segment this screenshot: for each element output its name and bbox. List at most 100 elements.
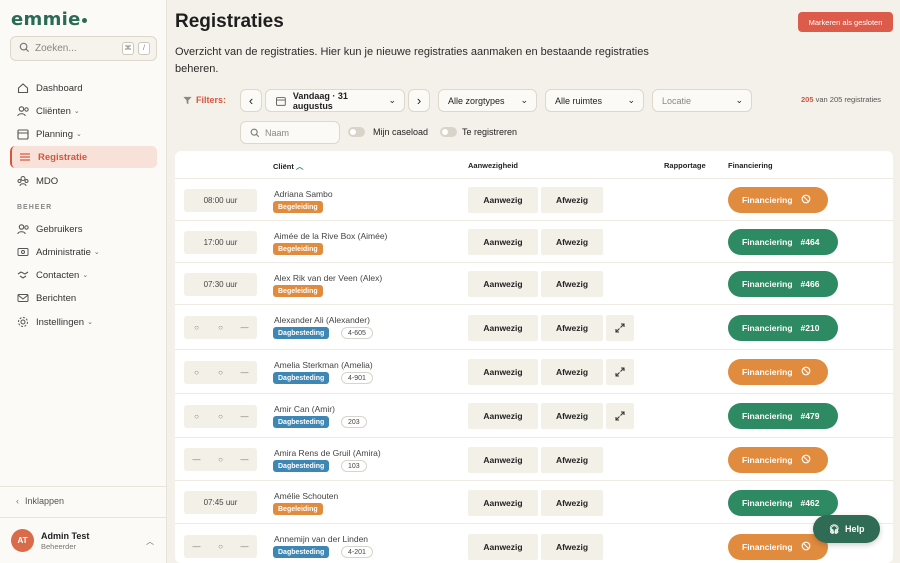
ruimte-select[interactable]: Alle ruimtes ⌄ <box>545 89 644 112</box>
sidebar-item-cliënten[interactable]: Cliënten ⌄ <box>10 100 157 122</box>
absent-button[interactable]: Afwezig <box>541 490 603 516</box>
financing-button[interactable]: Financiering #464 <box>728 229 838 255</box>
chevron-down-icon: ⌄ <box>73 108 80 115</box>
report-button[interactable] <box>606 403 634 429</box>
team-icon <box>16 174 30 188</box>
financing-button[interactable]: Financiering #466 <box>728 271 838 297</box>
client-name[interactable]: Amelia Sterkman (Amelia) <box>274 360 373 370</box>
care-type-badge: Dagbesteding <box>273 372 330 384</box>
client-name[interactable]: Alexander Ali (Alexander) <box>274 315 370 325</box>
client-name[interactable]: Alex Rik van der Veen (Alex) <box>274 273 382 283</box>
te-registreren-toggle[interactable] <box>440 127 457 137</box>
absent-button[interactable]: Afwezig <box>541 229 603 255</box>
sidebar-item-berichten[interactable]: Berichten <box>10 287 157 309</box>
column-header-aanwezigheid: Aanwezigheid <box>468 161 519 170</box>
mark-closed-button[interactable]: Markeren als gesloten <box>798 12 893 32</box>
absent-button[interactable]: Afwezig <box>541 187 603 213</box>
search-box[interactable]: Zoeken... ⌘ / <box>10 36 157 61</box>
financing-button[interactable]: Financiering #210 <box>728 315 838 341</box>
financing-button[interactable]: Financiering <box>728 447 828 473</box>
sidebar-item-dashboard[interactable]: Dashboard <box>10 77 157 99</box>
time-cell[interactable]: ○ ○ — <box>184 405 257 428</box>
present-button[interactable]: Aanwezig <box>468 403 538 429</box>
financing-ref: #462 <box>800 498 820 508</box>
time-cell[interactable]: 07:45 uur <box>184 491 257 514</box>
care-type-badge: Begeleiding <box>273 201 323 213</box>
client-name[interactable]: Adriana Sambo <box>274 189 333 199</box>
collapse-button[interactable]: ‹ Inklappen <box>16 496 64 506</box>
care-type-badge: Dagbesteding <box>273 546 330 558</box>
present-button[interactable]: Aanwezig <box>468 359 538 385</box>
ban-icon <box>801 366 811 378</box>
logo[interactable]: emmie <box>11 9 87 30</box>
financing-button[interactable]: Financiering <box>728 534 828 560</box>
search-icon <box>19 42 30 56</box>
column-header-client[interactable]: Cliënt ︿ <box>273 161 303 172</box>
financing-button[interactable]: Financiering <box>728 187 828 213</box>
financing-button[interactable]: Financiering #479 <box>728 403 838 429</box>
search-input[interactable]: Zoeken... <box>35 43 77 54</box>
status-marker: ○ <box>194 323 199 332</box>
absent-button[interactable]: Afwezig <box>541 534 603 560</box>
table-row: ○ ○ — Alexander Ali (Alexander) Dagbestedi… <box>175 304 893 349</box>
care-type-badge: Begeleiding <box>273 285 323 297</box>
status-marker: ○ <box>194 368 199 377</box>
financing-button[interactable]: Financiering <box>728 359 828 385</box>
sidebar-item-instellingen[interactable]: Instellingen ⌄ <box>10 311 157 333</box>
absent-button[interactable]: Afwezig <box>541 359 603 385</box>
present-button[interactable]: Aanwezig <box>468 271 538 297</box>
sort-asc-icon: ︿ <box>295 162 304 171</box>
table-row: 17:00 uur Aimée de la Rive Box (Aimée) B… <box>175 220 893 262</box>
present-button[interactable]: Aanwezig <box>468 229 538 255</box>
client-name[interactable]: Amira Rens de Gruil (Amira) <box>274 448 381 458</box>
sidebar-item-label: Contacten <box>36 269 80 281</box>
time-cell[interactable]: — ○ — <box>184 535 257 558</box>
caseload-toggle[interactable] <box>348 127 365 137</box>
client-name[interactable]: Aimée de la Rive Box (Aimée) <box>274 231 387 241</box>
sidebar-item-contacten[interactable]: Contacten ⌄ <box>10 264 157 286</box>
page-title: Registraties <box>175 11 284 32</box>
client-name[interactable]: Amélie Schouten <box>274 491 338 501</box>
present-button[interactable]: Aanwezig <box>468 187 538 213</box>
prev-day-button[interactable]: ‹ <box>240 89 262 112</box>
zorgtype-select[interactable]: Alle zorgtypes ⌄ <box>438 89 537 112</box>
shortcut-key-slash: / <box>138 42 150 55</box>
absent-button[interactable]: Afwezig <box>541 403 603 429</box>
absent-button[interactable]: Afwezig <box>541 271 603 297</box>
locatie-select[interactable]: Locatie ⌄ <box>652 89 752 112</box>
time-cell[interactable]: 07:30 uur <box>184 273 257 296</box>
next-day-button[interactable]: › <box>408 89 430 112</box>
absent-button[interactable]: Afwezig <box>541 447 603 473</box>
sidebar-item-registratie[interactable]: Registratie <box>10 146 157 168</box>
time-cell[interactable]: 17:00 uur <box>184 231 257 254</box>
name-search-input[interactable]: Naam <box>240 121 340 144</box>
present-button[interactable]: Aanwezig <box>468 447 538 473</box>
sidebar-item-mdo[interactable]: MDO <box>10 170 157 192</box>
report-button[interactable] <box>606 359 634 385</box>
sidebar-item-planning[interactable]: Planning ⌄ <box>10 123 157 145</box>
financing-button[interactable]: Financiering #462 <box>728 490 838 516</box>
present-button[interactable]: Aanwezig <box>468 315 538 341</box>
sidebar-item-label: MDO <box>36 175 59 187</box>
financing-ref: #466 <box>800 279 820 289</box>
sidebar-item-label: Administratie <box>36 246 91 258</box>
time-cell[interactable]: ○ ○ — <box>184 316 257 339</box>
absent-button[interactable]: Afwezig <box>541 315 603 341</box>
report-button[interactable] <box>606 315 634 341</box>
client-name[interactable]: Amir Can (Amir) <box>274 404 335 414</box>
help-button[interactable]: 🎧︎ Help <box>813 515 880 543</box>
time-cell[interactable]: — ○ — <box>184 448 257 471</box>
sidebar-item-administratie[interactable]: Administratie ⌄ <box>10 241 157 263</box>
room-badge: 4-605 <box>341 327 373 339</box>
chevron-down-icon: ⌄ <box>82 272 89 279</box>
date-picker[interactable]: Vandaag · 31 augustus ⌄ <box>265 89 405 112</box>
present-button[interactable]: Aanwezig <box>468 490 538 516</box>
chevron-down-icon: ⌄ <box>87 319 93 326</box>
sidebar-item-label: Instellingen <box>36 316 85 328</box>
time-cell[interactable]: ○ ○ — <box>184 361 257 384</box>
present-button[interactable]: Aanwezig <box>468 534 538 560</box>
sidebar-item-gebruikers[interactable]: Gebruikers <box>10 218 157 240</box>
client-name[interactable]: Annemijn van der Linden <box>274 534 368 544</box>
time-cell[interactable]: 08:00 uur <box>184 189 257 212</box>
room-badge: 103 <box>341 460 367 472</box>
